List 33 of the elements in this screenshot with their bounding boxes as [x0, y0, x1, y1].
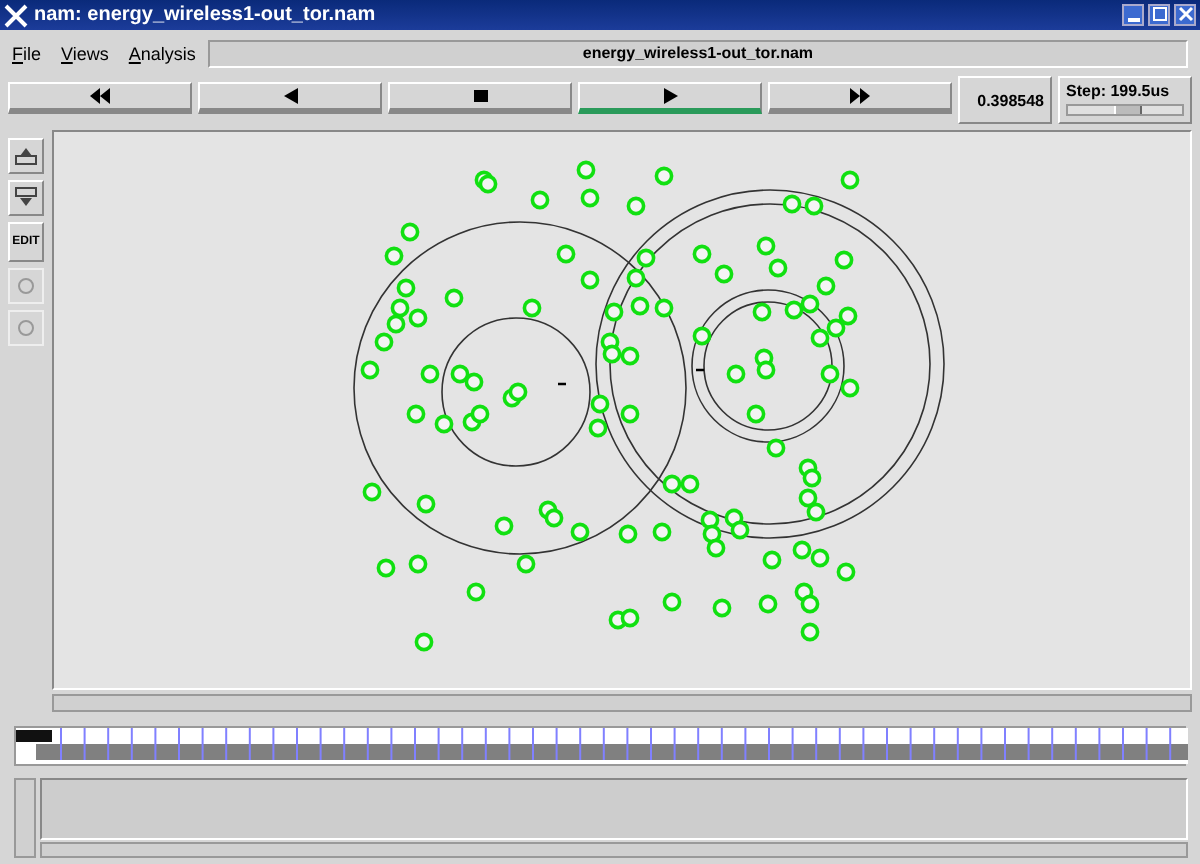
play-button[interactable]	[578, 82, 762, 114]
circle-icon	[16, 318, 36, 338]
maximize-button[interactable]	[1148, 4, 1170, 26]
circle-icon	[16, 276, 36, 296]
maximize-icon	[1151, 6, 1167, 22]
step-label: Step: 199.5us	[1066, 82, 1172, 100]
horizontal-scrollbar[interactable]	[40, 842, 1188, 858]
menu-item[interactable]: Analysis	[128, 43, 196, 63]
rewind-button[interactable]	[8, 82, 192, 114]
x-logo-icon	[4, 3, 28, 27]
close-icon	[1177, 6, 1193, 22]
menu-item[interactable]: File	[12, 43, 42, 63]
circle-toggle-button[interactable]	[8, 310, 44, 346]
circle-toggle-button[interactable]	[8, 268, 44, 304]
window-title: nam: energy_wireless1-out_tor.nam	[34, 4, 378, 26]
fast-forward-button[interactable]	[768, 82, 952, 114]
minimize-icon	[1127, 18, 1139, 22]
fast-forward-icon	[850, 88, 870, 104]
stop-icon	[473, 88, 487, 104]
rewind-icon	[90, 88, 110, 104]
zoom-in-icon[interactable]	[8, 138, 44, 174]
back-icon	[283, 88, 297, 104]
menu-item[interactable]: Views	[61, 43, 109, 63]
zoom-out-icon[interactable]	[8, 180, 44, 216]
file-name-field: energy_wireless1-out_tor.nam	[207, 39, 1188, 67]
play-icon	[663, 88, 677, 104]
close-button[interactable]	[1174, 4, 1196, 26]
time-display: 0.398548	[958, 76, 1052, 124]
stop-button[interactable]	[388, 82, 572, 114]
minimize-button[interactable]	[1122, 4, 1144, 26]
horizontal-scrollbar[interactable]	[52, 694, 1192, 712]
vertical-scrollbar[interactable]	[14, 778, 36, 858]
step-slider[interactable]	[1066, 104, 1184, 116]
